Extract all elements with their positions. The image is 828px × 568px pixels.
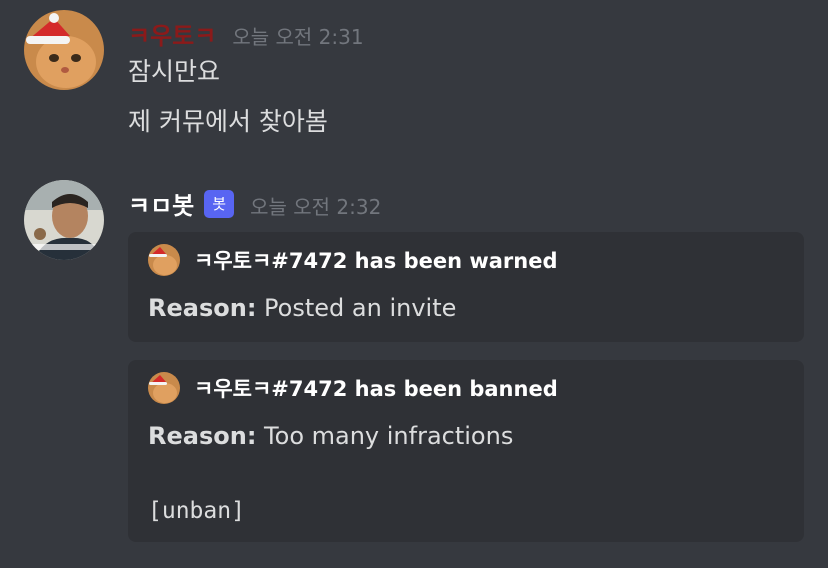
embed-author-icon bbox=[148, 244, 180, 276]
reason-label: Reason: bbox=[148, 422, 257, 450]
reason-text: Too many infractions bbox=[256, 422, 514, 450]
cat-avatar-icon bbox=[148, 372, 180, 404]
embed-description: Reason: Posted an invite bbox=[148, 294, 456, 322]
embed-author-name: ㅋ우토ㅋ#7472 has been banned bbox=[194, 377, 558, 401]
timestamp: 오늘 오전 2:32 bbox=[250, 195, 382, 219]
embed-author: ㅋ우토ㅋ#7472 has been banned bbox=[148, 372, 558, 404]
message-group-2: ㅋㅁ봇 봇 오늘 오전 2:32 ㅋ우토ㅋ#7472 has been warn… bbox=[0, 0, 828, 568]
embed-warned: ㅋ우토ㅋ#7472 has been warned Reason: Posted… bbox=[128, 232, 804, 342]
embed-author: ㅋ우토ㅋ#7472 has been warned bbox=[148, 244, 558, 276]
embed-description: Reason: Too many infractions bbox=[148, 422, 513, 450]
embed-author-icon bbox=[148, 372, 180, 404]
username[interactable]: ㅋㅁ봇 bbox=[128, 186, 194, 221]
reason-text: Posted an invite bbox=[256, 294, 457, 322]
bot-tag: 봇 bbox=[204, 189, 235, 218]
message-header: ㅋㅁ봇 봇 오늘 오전 2:32 bbox=[128, 186, 381, 221]
cat-avatar-icon bbox=[148, 244, 180, 276]
embed-banned: ㅋ우토ㅋ#7472 has been banned Reason: Too ma… bbox=[128, 360, 804, 542]
reason-label: Reason: bbox=[148, 294, 257, 322]
embed-author-name: ㅋ우토ㅋ#7472 has been warned bbox=[194, 249, 558, 273]
man-portrait-avatar bbox=[24, 180, 104, 260]
bot-avatar[interactable] bbox=[24, 180, 104, 260]
unban-code: [unban] bbox=[148, 498, 245, 524]
